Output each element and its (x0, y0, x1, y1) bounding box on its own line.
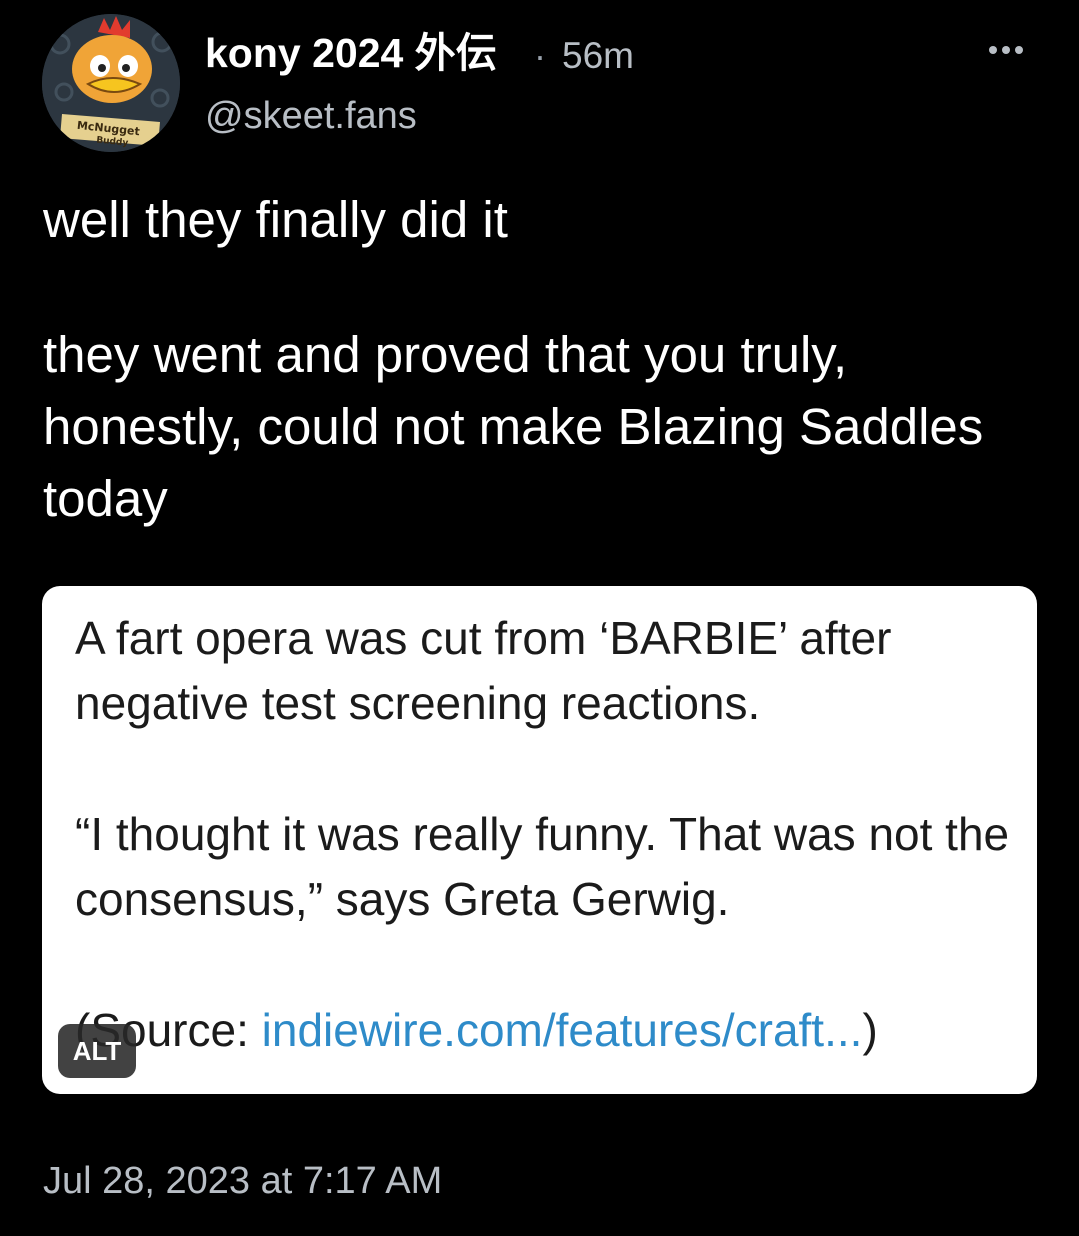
embed-source-link: indiewire.com/features/craft... (261, 1004, 863, 1056)
embed-source-suffix: ) (862, 1004, 878, 1056)
relative-time: 56m (562, 35, 634, 76)
mcnugget-buddy-avatar-image: McNugget Buddy (42, 14, 180, 152)
post-paragraph: they went and proved that you truly, hon… (43, 326, 984, 527)
embed-quote: “I thought it was really funny. That was… (75, 808, 1010, 925)
author-handle[interactable]: @skeet.fans (205, 92, 417, 140)
embedded-image-content: A fart opera was cut from ‘BARBIE’ after… (75, 606, 1025, 1063)
meta-separator: · (534, 35, 546, 76)
post-body: well they finally did it they went and p… (43, 184, 1043, 535)
more-horizontal-icon (989, 46, 997, 54)
alt-text-button[interactable]: ALT (58, 1024, 136, 1078)
more-options-button[interactable] (982, 30, 1030, 70)
display-name[interactable]: kony 2024 外伝 (205, 28, 497, 78)
embed-headline: A fart opera was cut from ‘BARBIE’ after… (75, 612, 892, 729)
embedded-image[interactable]: A fart opera was cut from ‘BARBIE’ after… (42, 586, 1037, 1094)
post-paragraph: well they finally did it (43, 191, 508, 248)
post-timestamp: Jul 28, 2023 at 7:17 AM (43, 1160, 443, 1202)
more-horizontal-icon-dot (1002, 46, 1010, 54)
avatar[interactable]: McNugget Buddy (42, 14, 180, 152)
more-horizontal-icon-dot (1015, 46, 1023, 54)
post: McNugget Buddy kony 2024 外伝 · 56m @skeet… (0, 0, 1079, 1236)
embed-source-line: (Source: indiewire.com/features/craft...… (75, 998, 1025, 1063)
